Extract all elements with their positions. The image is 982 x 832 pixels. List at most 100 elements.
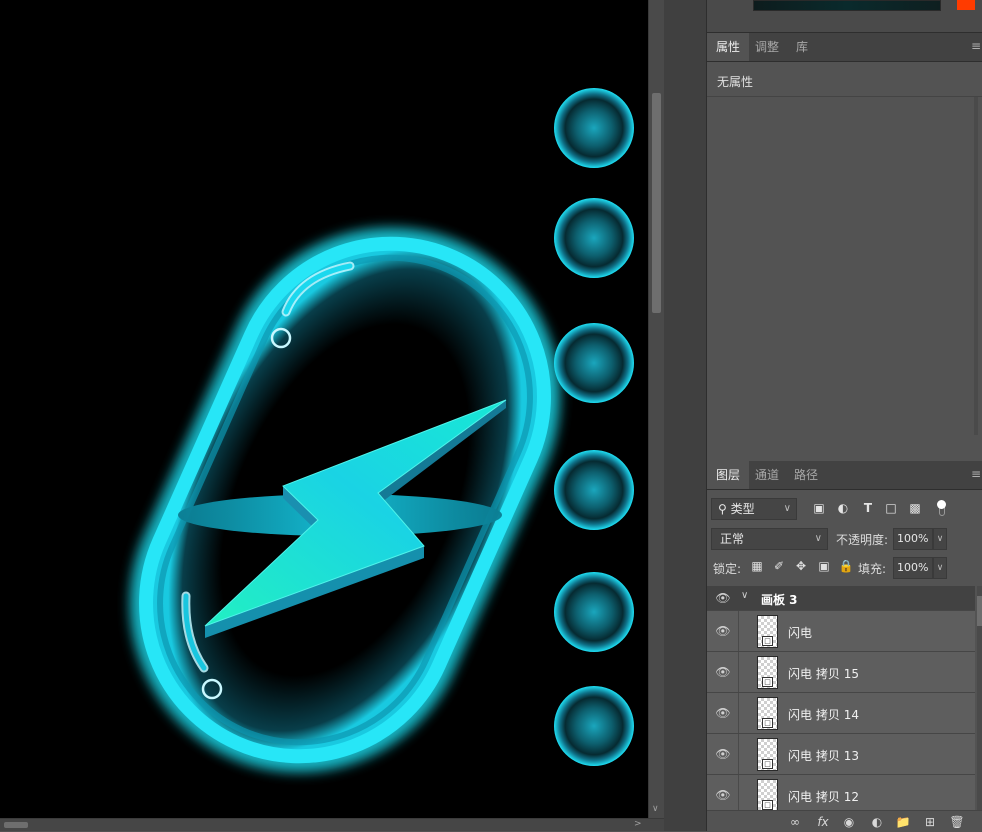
group-name: 画板 3 (761, 593, 798, 607)
layer-row[interactable]: 👁 □ 闪电 拷贝 14 (707, 693, 975, 734)
layer-thumbnail: □ (757, 738, 778, 771)
right-panel-dock: 属性 调整 库 ≡ 无属性 图层 通道 路径 ≡ ⚲ 类型 ∨ ▣ ◐ T □ … (706, 0, 982, 832)
eye-column-divider (738, 693, 739, 733)
orb (554, 450, 634, 530)
properties-tabbar: 属性 调整 库 ≡ (707, 33, 982, 62)
layer-name-text: 闪电 (788, 749, 813, 763)
visibility-eye-icon[interactable]: 👁 (715, 590, 731, 606)
trash-icon[interactable]: 🗑 (949, 814, 965, 830)
tab-layers[interactable]: 图层 (707, 461, 750, 489)
fx-icon[interactable]: fx (815, 814, 831, 830)
canvas-vertical-scrollbar[interactable]: ∨ (648, 0, 664, 818)
opacity-dropdown-icon[interactable]: ∨ (933, 528, 947, 550)
layer-kind-filter[interactable]: ⚲ 类型 ∨ (711, 498, 797, 520)
layer-name-text: 闪电 (788, 708, 813, 722)
layer-copy-text: 拷贝 (815, 708, 840, 722)
lock-all-icon[interactable]: 🔒 (838, 558, 854, 574)
shape-filter-icon[interactable]: □ (884, 501, 898, 515)
smart-object-filter-icon[interactable]: ▩ (908, 501, 922, 515)
layer-thumbnail: □ (757, 779, 778, 810)
tab-paths[interactable]: 路径 (785, 461, 827, 489)
adjustment-icon[interactable]: ◐ (869, 814, 885, 830)
fill-dropdown-icon[interactable]: ∨ (933, 557, 947, 579)
layer-group-row[interactable]: 👁 ∨ 画板 3 (707, 586, 975, 611)
layer-copy-number: 13 (843, 749, 859, 763)
properties-scrollbar[interactable] (974, 97, 978, 435)
type-filter-icon[interactable]: T (861, 501, 875, 515)
blend-mode-select[interactable]: 正常 ∨ (711, 528, 828, 550)
new-layer-icon[interactable]: ⊞ (922, 814, 938, 830)
eye-column-divider (738, 734, 739, 774)
orb (554, 686, 634, 766)
layer-filter-row: ⚲ 类型 ∨ ▣ ◐ T □ ▩ (707, 498, 982, 524)
chevron-down-icon[interactable]: ∨ (741, 590, 748, 601)
layer-row[interactable]: 👁 □ 闪电 拷贝 12 (707, 775, 975, 810)
tab-properties[interactable]: 属性 (707, 33, 750, 61)
lock-artboard-icon[interactable]: ▣ (816, 558, 832, 574)
tab-channels[interactable]: 通道 (746, 461, 788, 489)
chevron-down-icon: ∨ (814, 533, 822, 544)
vertical-scroll-thumb[interactable] (652, 93, 661, 313)
lock-move-icon[interactable]: ✥ (793, 558, 809, 574)
orb (554, 572, 634, 652)
scroll-down-arrow-icon[interactable]: ∨ (652, 804, 659, 814)
visibility-eye-icon[interactable]: 👁 (715, 623, 731, 639)
layers-scrollbar[interactable] (977, 586, 982, 810)
eye-column-divider (738, 611, 739, 651)
folder-icon[interactable]: 📁 (895, 814, 911, 830)
shape-layer-badge-icon: □ (762, 636, 773, 646)
lock-brush-icon[interactable]: ✐ (771, 558, 787, 574)
layer-name: 闪电 拷贝 15 (788, 665, 859, 682)
blend-row: 正常 ∨ 不透明度: 100% ∨ (707, 528, 982, 552)
chevron-down-icon: ∨ (783, 503, 791, 514)
layer-row[interactable]: 👁 □ 闪电 拷贝 15 (707, 652, 975, 693)
image-filter-icon[interactable]: ▣ (812, 501, 826, 515)
scroll-right-arrow-icon[interactable]: > (634, 819, 642, 829)
eye-column-divider (738, 652, 739, 692)
visibility-eye-icon[interactable]: 👁 (715, 705, 731, 721)
search-icon: ⚲ (718, 502, 727, 516)
adjustment-filter-icon[interactable]: ◐ (836, 501, 850, 515)
blend-mode-value: 正常 (720, 532, 745, 546)
filter-toggle-knob (937, 500, 946, 509)
properties-divider (707, 96, 982, 97)
lock-label: 锁定: (713, 562, 742, 576)
visibility-eye-icon[interactable]: 👁 (715, 787, 731, 803)
layers-scroll-thumb[interactable] (977, 596, 982, 626)
layer-name-text: 闪电 (788, 790, 813, 804)
layer-name-text: 闪电 (788, 626, 813, 640)
layer-copy-number: 12 (843, 790, 859, 804)
mask-icon[interactable]: ◉ (841, 814, 857, 830)
document-canvas[interactable] (0, 0, 648, 818)
shape-layer-badge-icon: □ (762, 800, 773, 810)
horizontal-scroll-thumb[interactable] (4, 822, 28, 828)
visibility-eye-icon[interactable]: 👁 (715, 746, 731, 762)
canvas-horizontal-scrollbar[interactable]: > (0, 818, 664, 831)
layer-name: 闪电 拷贝 13 (788, 747, 859, 764)
layer-thumbnail: □ (757, 697, 778, 730)
layer-row[interactable]: 👁 □ 闪电 拷贝 13 (707, 734, 975, 775)
fill-input[interactable]: 100% (893, 557, 933, 579)
layer-copy-text: 拷贝 (815, 667, 840, 681)
layer-name: 闪电 (788, 624, 812, 641)
layer-name-text: 闪电 (788, 667, 813, 681)
fill-label: 填充: (858, 562, 887, 576)
layer-row[interactable]: 👁 □ 闪电 (707, 611, 975, 652)
orb (554, 88, 634, 168)
lock-transparency-icon[interactable]: ▦ (749, 558, 765, 574)
foreground-color-swatch[interactable] (957, 0, 975, 10)
opacity-input[interactable]: 100% (893, 528, 933, 550)
no-properties-text: 无属性 (717, 75, 754, 89)
canvas-artwork (130, 88, 634, 773)
link-icon[interactable]: ∞ (787, 814, 803, 830)
shape-layer-badge-icon: □ (762, 759, 773, 769)
lock-row: 锁定: ▦ ✐ ✥ ▣ 🔒 填充: 100% ∨ (707, 557, 982, 579)
panel-menu-icon[interactable]: ≡ (971, 39, 981, 53)
tab-adjustments[interactable]: 调整 (746, 33, 788, 61)
layer-copy-text: 拷贝 (815, 749, 840, 763)
gradient-preview[interactable] (753, 0, 941, 11)
panel-menu-icon[interactable]: ≡ (971, 467, 981, 481)
layer-copy-text: 拷贝 (815, 790, 840, 804)
tab-libraries[interactable]: 库 (787, 33, 817, 61)
visibility-eye-icon[interactable]: 👁 (715, 664, 731, 680)
